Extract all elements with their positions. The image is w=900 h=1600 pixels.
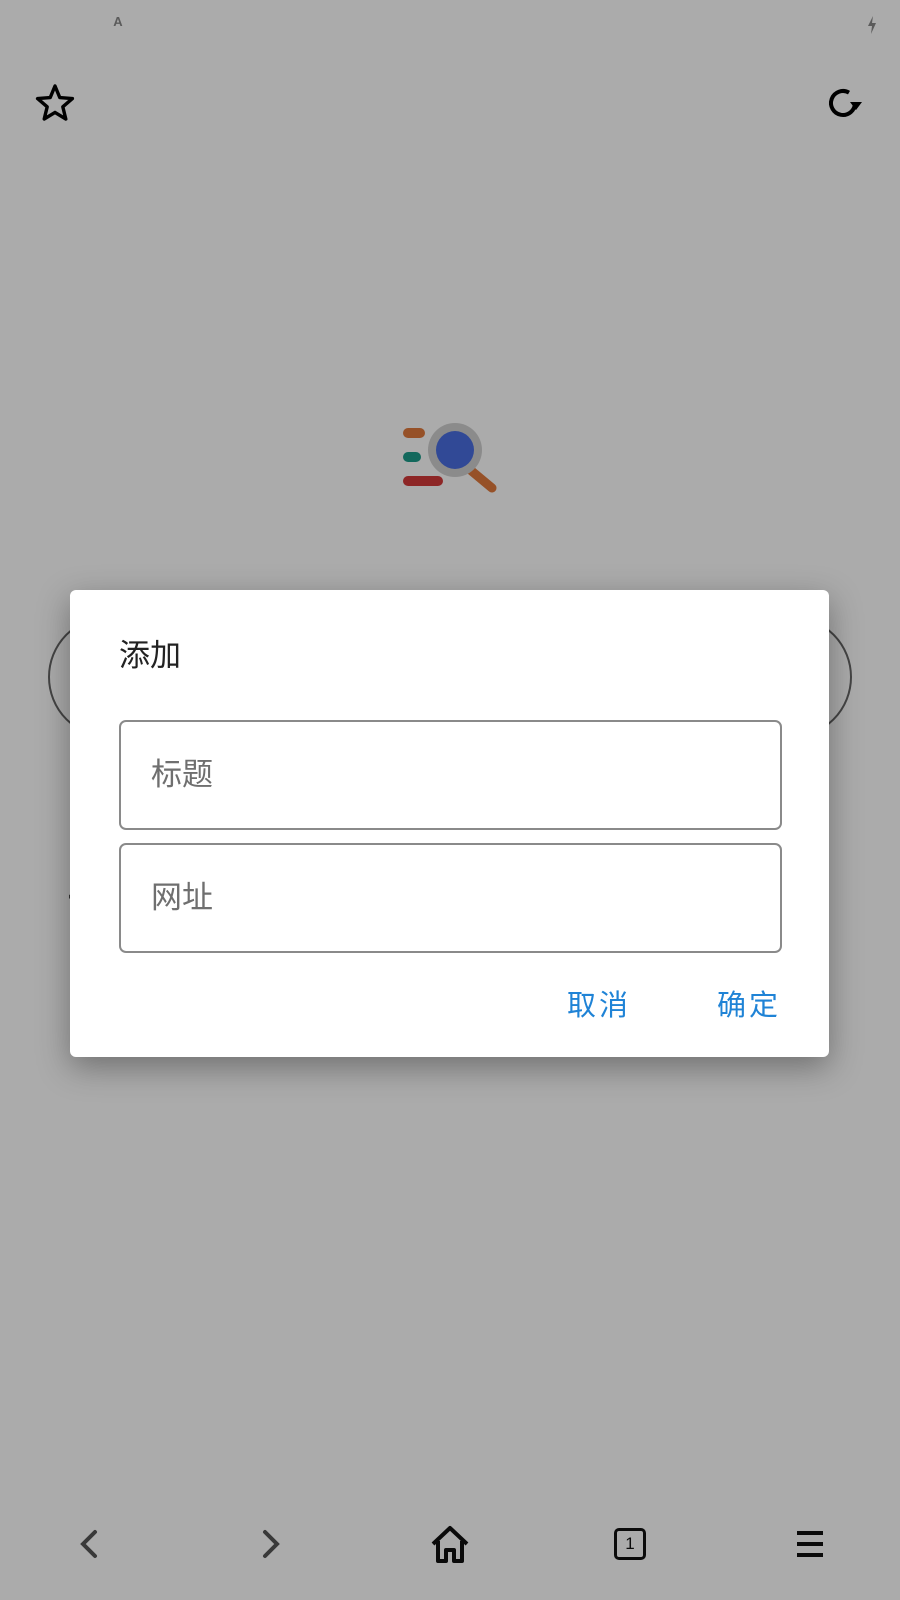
browser-home-page: 5:44 A 1 添加 标题 网址 取消 确定 [0, 0, 900, 1600]
dialog-title: 添加 [119, 638, 181, 674]
cancel-button[interactable]: 取消 [567, 982, 631, 1024]
add-bookmark-dialog: 添加 取消 确定 [70, 590, 829, 1057]
confirm-button[interactable]: 确定 [717, 982, 781, 1024]
url-input[interactable] [119, 843, 782, 953]
title-input[interactable] [119, 720, 782, 830]
dialog-actions: 取消 确定 [567, 982, 781, 1024]
